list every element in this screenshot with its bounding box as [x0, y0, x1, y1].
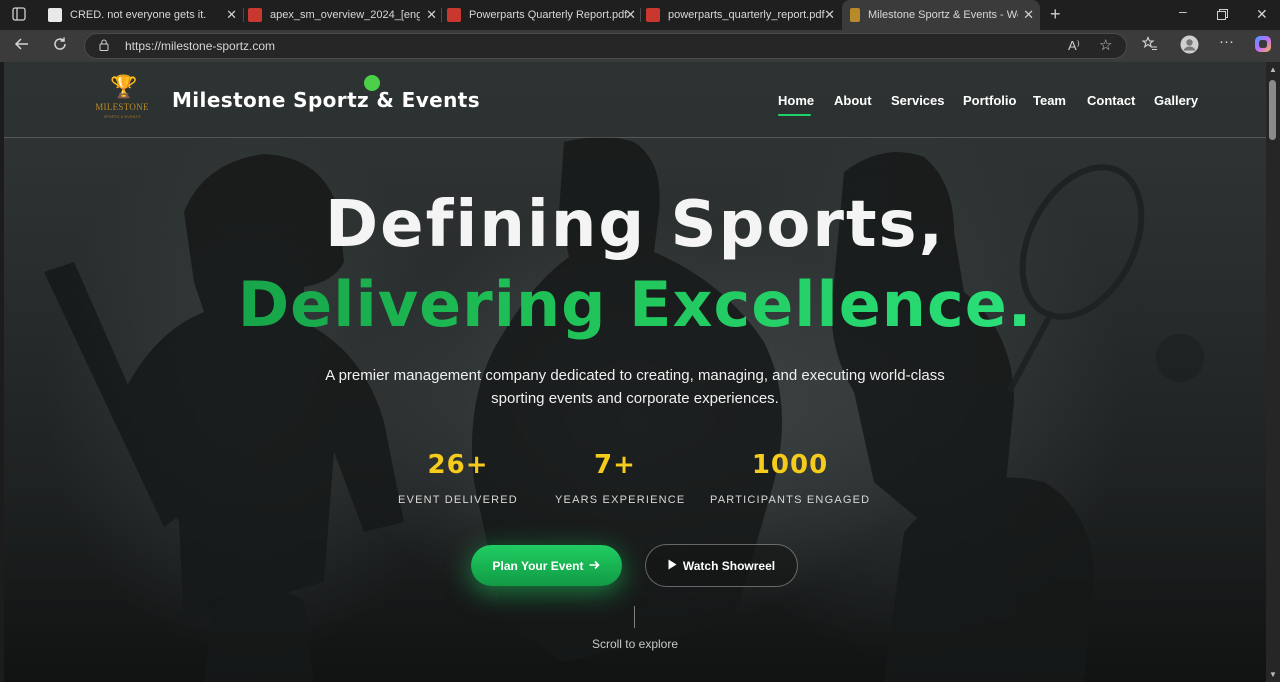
- brand-dot-icon: [364, 75, 380, 91]
- tab-title: CRED. not everyone gets it.: [70, 9, 207, 21]
- stat-years-label: YEARS EXPERIENCE: [555, 494, 686, 506]
- reload-icon[interactable]: [52, 36, 68, 57]
- close-icon[interactable]: ✕: [1023, 7, 1034, 23]
- stat-events-value: 26+: [427, 450, 489, 480]
- read-aloud-icon[interactable]: A⁾: [1068, 38, 1080, 54]
- plan-your-event-label: Plan Your Event: [492, 558, 584, 573]
- minimize-icon[interactable]: –: [1179, 3, 1187, 19]
- hero-heading-line2-text: Delivering Excellence.: [237, 268, 1033, 341]
- close-icon[interactable]: ✕: [226, 7, 237, 23]
- nav-home[interactable]: Home: [778, 93, 814, 108]
- tab-apex-pdf[interactable]: apex_sm_overview_2024_[eng][1]. ✕: [248, 0, 443, 30]
- close-icon[interactable]: ✕: [426, 7, 437, 23]
- watch-showreel-label: Watch Showreel: [682, 558, 776, 573]
- nav-team[interactable]: Team: [1033, 93, 1066, 108]
- pdf-icon: [646, 8, 660, 22]
- address-bar[interactable]: https://milestone-sportz.com A⁾ ☆: [84, 33, 1127, 59]
- page-scrollbar[interactable]: ▲ ▼: [1266, 62, 1280, 682]
- site-logo[interactable]: 🏆 MILESTONE SPORTZ & EVENTS: [90, 74, 154, 126]
- scroll-down-icon[interactable]: ▼: [1269, 670, 1277, 679]
- stat-years-value: 7+: [594, 450, 636, 480]
- plan-your-event-button[interactable]: Plan Your Event: [471, 545, 622, 586]
- scroll-up-icon[interactable]: ▲: [1269, 65, 1277, 74]
- pdf-icon: [447, 8, 461, 22]
- brand-name[interactable]: Milestone Sportz & Events: [172, 88, 480, 112]
- browser-toolbar: https://milestone-sportz.com A⁾ ☆ ···: [0, 30, 1280, 62]
- nav-contact[interactable]: Contact: [1087, 93, 1135, 108]
- logo-text: MILESTONE: [95, 102, 149, 112]
- close-icon[interactable]: ✕: [625, 7, 636, 23]
- nav-about[interactable]: About: [834, 93, 872, 108]
- tab-title: Milestone Sportz & Events - Worl: [868, 9, 1018, 21]
- stat-participants-value: 1000: [751, 450, 829, 480]
- nav-services[interactable]: Services: [891, 93, 945, 108]
- watch-showreel-button[interactable]: Watch Showreel: [645, 544, 798, 587]
- favorite-star-icon[interactable]: ☆: [1099, 36, 1112, 54]
- new-tab-icon[interactable]: +: [1050, 4, 1061, 25]
- hero-subtitle-line1: A premier management company dedicated t…: [325, 367, 945, 384]
- nav-portfolio[interactable]: Portfolio: [963, 93, 1016, 108]
- trophy-icon: 🏆: [110, 74, 138, 99]
- sidebar-toggle-icon[interactable]: [12, 7, 26, 24]
- tab-powerparts-quarterly[interactable]: powerparts_quarterly_report.pdf ✕: [646, 0, 841, 30]
- play-icon: [668, 559, 677, 573]
- hero-subtitle-line2: sporting events and corporate experience…: [491, 390, 779, 407]
- url-text[interactable]: https://milestone-sportz.com: [125, 39, 275, 53]
- stat-participants-label: PARTICIPANTS ENGAGED: [710, 494, 871, 506]
- hero-heading-line1: Defining Sports,: [325, 188, 945, 262]
- back-icon[interactable]: [14, 36, 30, 57]
- more-options-icon[interactable]: ···: [1219, 33, 1234, 50]
- copilot-icon[interactable]: [1254, 35, 1272, 57]
- pdf-icon: [248, 8, 262, 22]
- hero-subtitle: A premier management company dedicated t…: [4, 364, 1266, 410]
- arrow-right-icon: [589, 559, 601, 573]
- tab-title: Powerparts Quarterly Report.pdf: [469, 9, 628, 21]
- stat-events-label: EVENT DELIVERED: [398, 494, 518, 506]
- tab-cred[interactable]: CRED. not everyone gets it. ✕: [48, 0, 243, 30]
- scroll-hint[interactable]: Scroll to explore: [4, 637, 1266, 651]
- favorites-icon[interactable]: [1141, 36, 1158, 56]
- scroll-indicator-line: [634, 606, 635, 628]
- window-close-icon[interactable]: ✕: [1256, 6, 1268, 23]
- lock-icon: [99, 39, 109, 51]
- maximize-icon[interactable]: [1217, 7, 1228, 23]
- tab-powerparts-report[interactable]: Powerparts Quarterly Report.pdf ✕: [447, 0, 642, 30]
- webpage: 🏆 MILESTONE SPORTZ & EVENTS Milestone Sp…: [4, 62, 1266, 682]
- tab-milestone[interactable]: Milestone Sportz & Events - Worl ✕: [842, 0, 1040, 30]
- site-header: 🏆 MILESTONE SPORTZ & EVENTS Milestone Sp…: [4, 62, 1266, 138]
- scrollbar-thumb[interactable]: [1269, 80, 1276, 140]
- tab-title: apex_sm_overview_2024_[eng][1].: [270, 9, 420, 21]
- hero-heading-line2: Delivering Excellence.: [4, 270, 1266, 340]
- tab-title: powerparts_quarterly_report.pdf: [668, 9, 825, 21]
- logo-subtext: SPORTZ & EVENTS: [103, 114, 141, 119]
- profile-avatar[interactable]: [1180, 35, 1199, 58]
- milestone-icon: [850, 8, 860, 22]
- nav-gallery[interactable]: Gallery: [1154, 93, 1198, 108]
- browser-tab-strip: CRED. not everyone gets it. ✕ apex_sm_ov…: [0, 0, 1280, 30]
- cred-icon: [48, 8, 62, 22]
- active-nav-indicator: [778, 114, 811, 116]
- close-icon[interactable]: ✕: [824, 7, 835, 23]
